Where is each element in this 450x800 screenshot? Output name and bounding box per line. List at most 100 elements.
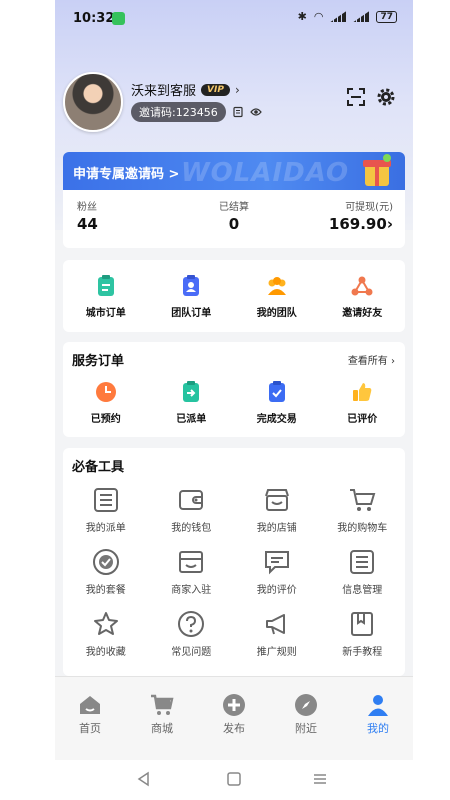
tab-mine[interactable]: 我的 [348, 693, 408, 736]
tool-label: 我的钱包 [171, 523, 212, 534]
tab-label: 附近 [295, 722, 317, 735]
tool-my-favorites[interactable]: 我的收藏 [63, 610, 149, 658]
megaphone-icon [265, 614, 285, 635]
service-item-label: 已派单 [176, 414, 207, 425]
check-icon [268, 381, 285, 402]
user-name-row[interactable]: 沃来到客服 VIP › [131, 80, 240, 100]
tool-my-review[interactable]: 我的评价 [234, 548, 320, 596]
tool-my-shop[interactable]: 我的店铺 [234, 486, 320, 534]
tool-beginner-tutorial[interactable]: 新手教程 [320, 610, 406, 658]
tool-label: 我的套餐 [85, 585, 126, 596]
copy-icon[interactable] [232, 106, 244, 118]
tool-label: 我的店铺 [256, 523, 297, 534]
see-all-link[interactable]: 查看所有 › [348, 352, 395, 367]
tool-promo-rules[interactable]: 推广规则 [234, 610, 320, 658]
wifi-icon: ◠ [313, 10, 324, 23]
gear-icon[interactable] [375, 86, 397, 108]
invite-banner[interactable]: WOLAIDAO 申请专属邀请码 > [63, 152, 405, 190]
thumb-up-icon [353, 383, 372, 401]
bottom-tab-bar: 首页 商城 发布 附近 我的 [55, 676, 413, 760]
home-icon [80, 696, 100, 714]
tool-my-wallet[interactable]: 我的钱包 [149, 486, 235, 534]
comment-icon [264, 551, 289, 575]
quick-menu-card: 城市订单 团队订单 我的团队 邀请好友 [63, 260, 405, 332]
chevron-right-icon: › [234, 82, 240, 97]
package-icon [92, 549, 119, 575]
service-item-label: 完成交易 [256, 414, 297, 425]
vip-badge: VIP [201, 83, 230, 96]
tab-label: 我的 [367, 722, 389, 735]
star-icon [93, 612, 118, 635]
status-icons: ✱ ◠ 77 [298, 10, 397, 23]
phone-screen: 10:32 ✱ ◠ 77 沃来到客服 VIP › 邀请码:123456 WOLA… [55, 0, 413, 760]
quick-item-my-team[interactable]: 我的团队 [234, 274, 320, 319]
service-item-booked[interactable]: 已预约 [63, 380, 149, 425]
stat-fans[interactable]: 粉丝 44 [77, 198, 98, 233]
cart-icon [350, 489, 376, 511]
stat-label: 可提现(元) [345, 202, 393, 213]
battery-icon: 77 [376, 10, 397, 23]
my-team-icon [267, 277, 286, 295]
tool-faq[interactable]: 常见问题 [149, 610, 235, 658]
compass-icon [295, 694, 317, 716]
signal-icon-2 [353, 11, 370, 22]
info-list-icon [350, 550, 375, 574]
quick-item-label: 我的团队 [256, 308, 297, 319]
tab-label: 发布 [223, 722, 245, 735]
tab-publish[interactable]: 发布 [204, 693, 264, 736]
tool-my-cart[interactable]: 我的购物车 [320, 486, 406, 534]
status-bar: 10:32 ✱ ◠ 77 [55, 0, 413, 38]
profile-header: 沃来到客服 VIP › 邀请码:123456 [63, 72, 405, 132]
tool-label: 我的收藏 [85, 647, 126, 658]
list-icon [93, 488, 118, 512]
service-order-grid: 已预约 已派单 完成交易 已评价 [63, 380, 405, 425]
tab-label: 首页 [79, 722, 101, 735]
home-square-icon[interactable] [225, 770, 243, 788]
user-name: 沃来到客服 [131, 84, 197, 99]
tools-row-1: 我的派单 我的钱包 我的店铺 我的购物车 [63, 486, 405, 534]
tab-nearby[interactable]: 附近 [276, 693, 336, 736]
tools-row-3: 我的收藏 常见问题 推广规则 新手教程 [63, 610, 405, 658]
stat-withdrawable[interactable]: 可提现(元) 169.90› [329, 198, 393, 233]
tool-my-dispatch[interactable]: 我的派单 [63, 486, 149, 534]
stat-value-row: 169.90› [329, 215, 393, 233]
service-item-label: 已评价 [347, 414, 378, 425]
team-order-icon [183, 275, 200, 296]
stat-value: 44 [77, 215, 98, 233]
gift-icon [363, 154, 391, 186]
clock-icon [95, 382, 116, 402]
stat-settled[interactable]: 已结算 0 [219, 198, 249, 233]
tool-merchant-join[interactable]: 商家入驻 [149, 548, 235, 596]
tab-mall[interactable]: 商城 [132, 693, 192, 736]
tab-home[interactable]: 首页 [60, 693, 120, 736]
store-join-icon [179, 551, 204, 573]
see-all-label: 查看所有 [347, 356, 388, 367]
quick-item-label: 城市订单 [85, 308, 126, 319]
avatar[interactable] [63, 72, 123, 132]
tool-info-management[interactable]: 信息管理 [320, 548, 406, 596]
quick-item-invite-friend[interactable]: 邀请好友 [320, 274, 406, 319]
eye-icon[interactable] [249, 106, 262, 118]
stats-panel: 粉丝 44 已结算 0 可提现(元) 169.90› [63, 190, 405, 248]
tool-my-package[interactable]: 我的套餐 [63, 548, 149, 596]
quick-item-city-order[interactable]: 城市订单 [63, 274, 149, 319]
tab-label: 商城 [151, 722, 173, 735]
quick-menu: 城市订单 团队订单 我的团队 邀请好友 [63, 274, 405, 319]
banner-title: 申请专属邀请码 > [73, 167, 180, 182]
call-icon [112, 12, 125, 25]
invite-friend-icon [351, 276, 373, 296]
quick-item-team-order[interactable]: 团队订单 [149, 274, 235, 319]
menu-icon[interactable] [311, 770, 329, 788]
back-icon[interactable] [135, 770, 153, 788]
wallet-icon [179, 490, 204, 510]
plus-circle-icon [223, 694, 245, 716]
invite-code: 邀请码:123456 [131, 102, 226, 122]
city-order-icon [97, 275, 114, 296]
quick-item-label: 邀请好友 [342, 308, 383, 319]
dispatch-icon [183, 381, 200, 402]
service-item-completed[interactable]: 完成交易 [234, 380, 320, 425]
scan-icon[interactable] [347, 88, 365, 106]
tool-label: 新手教程 [342, 647, 383, 658]
service-item-dispatched[interactable]: 已派单 [149, 380, 235, 425]
service-item-reviewed[interactable]: 已评价 [320, 380, 406, 425]
